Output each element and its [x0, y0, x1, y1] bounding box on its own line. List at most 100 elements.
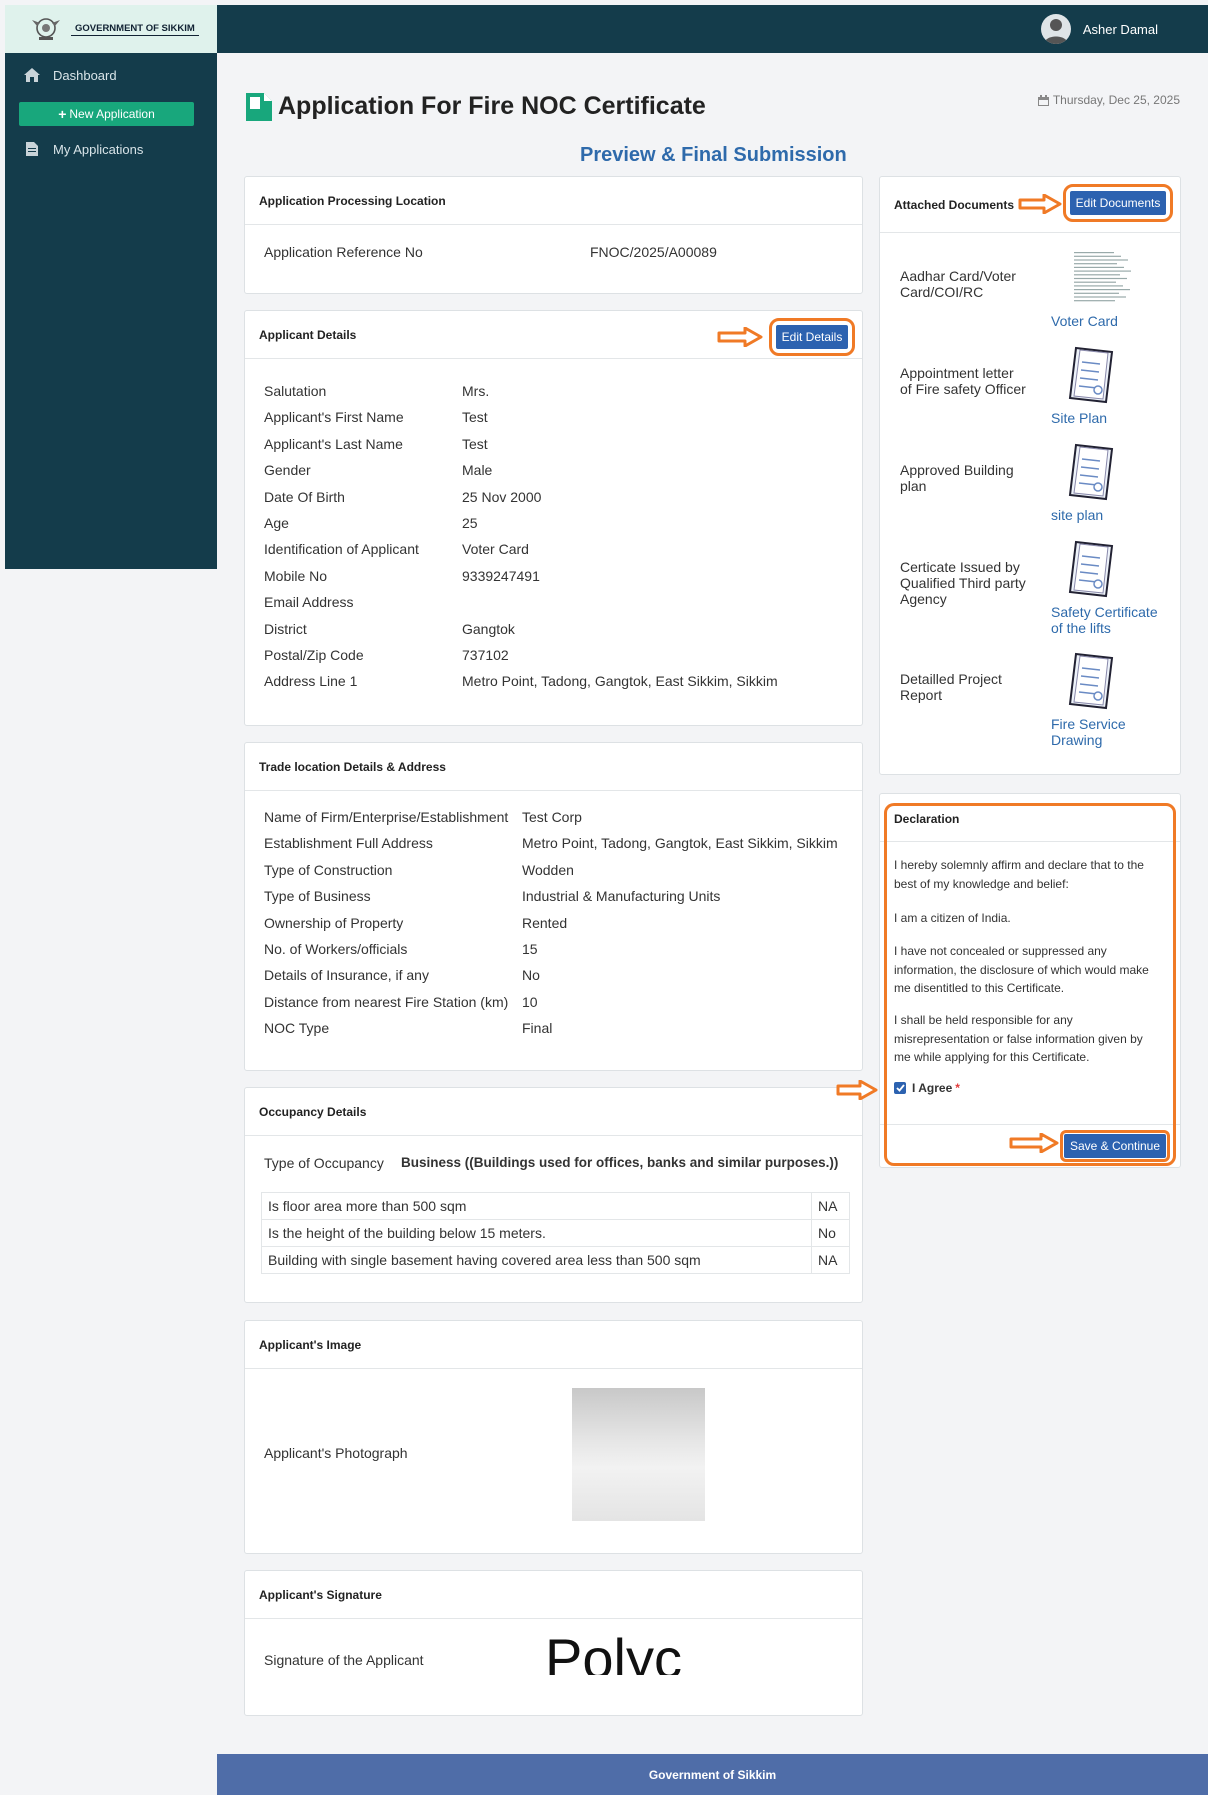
- occupancy-table: Is floor area more than 500 sqm NA Is the …: [261, 1192, 850, 1274]
- edit-documents-highlight: [1063, 184, 1173, 222]
- occupancy-type-label: Type of Occupancy: [264, 1155, 384, 1171]
- document-link[interactable]: site plan: [1051, 507, 1171, 523]
- trade-field-value: Rented: [522, 914, 568, 931]
- applicant-field-value: 25 Nov 2000: [462, 488, 542, 505]
- edit-details-highlight: [769, 318, 855, 356]
- page-title-text: Application For Fire NOC Certificate: [278, 92, 706, 120]
- card-title: Applicant's Image: [245, 1321, 862, 1369]
- document-link[interactable]: Fire Service Drawing: [1051, 716, 1171, 748]
- trade-field-value: 10: [522, 993, 538, 1010]
- sidebar: GOVERNMENT OF SIKKIM Dashboard + New App…: [5, 5, 217, 569]
- document-preview-icon: [1070, 249, 1131, 305]
- user-menu[interactable]: Asher Damal: [1040, 14, 1158, 44]
- trade-field-value: No: [522, 967, 540, 984]
- card-title: Applicant's Signature: [245, 1571, 862, 1619]
- applicant-field-value: Voter Card: [462, 541, 529, 558]
- trade-field-value: Wodden: [522, 861, 574, 878]
- section-subtitle: Preview & Final Submission: [580, 144, 847, 166]
- trade-field-label: Type of Construction: [264, 861, 393, 878]
- applicant-field-label: Email Address: [264, 594, 354, 611]
- document-link[interactable]: Voter Card: [1051, 313, 1171, 329]
- applicant-field-label: Mobile No: [264, 567, 328, 584]
- ref-value: FNOC/2025/A00089: [590, 244, 717, 260]
- applicant-field-value: 737102: [462, 647, 509, 663]
- home-icon: [23, 68, 41, 82]
- sikkim-emblem-icon: [32, 18, 60, 40]
- occupancy-answer: No: [811, 1219, 850, 1247]
- occupancy-answer: NA: [811, 1246, 850, 1274]
- signature-image: Polyc: [545, 1631, 725, 1675]
- applicant-field-label: Address Line 1: [264, 673, 358, 690]
- signature-label: Signature of the Applicant: [264, 1652, 424, 1668]
- current-date: Thursday, Dec 25, 2025: [1037, 93, 1180, 107]
- trade-field-label: Name of Firm/Enterprise/Establishment: [264, 809, 509, 825]
- nav-dashboard[interactable]: Dashboard: [5, 66, 217, 84]
- applicant-field-label: Postal/Zip Code: [264, 647, 364, 663]
- card-title: Trade location Details & Address: [245, 743, 862, 791]
- occupancy-question: Is floor area more than 500 sqm: [261, 1192, 812, 1220]
- card-title: Application Processing Location: [245, 177, 862, 225]
- nav-my-applications-label: My Applications: [53, 141, 144, 157]
- applicant-field-value: Mrs.: [462, 383, 490, 399]
- applicant-details-card: Applicant Details Salutation Mrs. Applican…: [244, 310, 863, 726]
- logo[interactable]: GOVERNMENT OF SIKKIM: [5, 5, 217, 53]
- document-thumbnail[interactable]: [1066, 540, 1116, 603]
- trade-field-value: Industrial & Manufacturing Units: [522, 888, 721, 905]
- top-bar: Asher Damal: [217, 5, 1208, 53]
- trade-field-value: Test Corp: [522, 809, 582, 825]
- applicant-field-label: Age: [264, 515, 289, 531]
- trade-field-label: Establishment Full Address: [264, 835, 433, 852]
- applicant-field-value: Male: [462, 462, 493, 479]
- nav-dashboard-label: Dashboard: [53, 67, 117, 83]
- occupancy-type-value: Business ((Buildings used for offices, b…: [401, 1155, 839, 1170]
- applicant-field-value: Gangtok: [462, 620, 515, 637]
- footer: Government of Sikkim: [217, 1754, 1208, 1795]
- attached-documents-card: Attached Documents Aadhar Card/Voter Car…: [879, 176, 1181, 775]
- nav-my-applications[interactable]: My Applications: [5, 140, 217, 158]
- table-row: Is the height of the building below 15 m…: [261, 1219, 850, 1247]
- processing-location-card: Application Processing Location Applicat…: [244, 176, 863, 294]
- applicant-field-value: Test: [462, 409, 488, 426]
- arrow-right-icon: [1009, 1133, 1059, 1153]
- applicant-field-value: 9339247491: [462, 567, 540, 584]
- document-label: Certicate Issued by Qualified Third part…: [900, 559, 1026, 607]
- applicant-field-value: Test: [462, 435, 488, 452]
- occupancy-question: Building with single basement having cov…: [261, 1246, 812, 1274]
- user-name: Asher Damal: [1082, 21, 1158, 37]
- document-thumbnail[interactable]: [1066, 346, 1116, 409]
- file-icon: [23, 142, 41, 156]
- document-file-icon: [1068, 443, 1114, 501]
- avatar: [1040, 14, 1071, 44]
- document-link[interactable]: Safety Certificate of the lifts: [1051, 604, 1171, 636]
- applicant-image-card: Applicant's Image Applicant's Photograph: [244, 1320, 863, 1554]
- ref-label: Application Reference No: [264, 244, 423, 260]
- document-thumbnail[interactable]: [1066, 249, 1134, 310]
- applicant-field-label: District: [264, 620, 307, 637]
- trade-field-value: Metro Point, Tadong, Gangtok, East Sikki…: [522, 835, 838, 852]
- new-application-button[interactable]: + New Application: [19, 102, 194, 126]
- signature-text: Polyc: [545, 1631, 682, 1675]
- applicant-field-label: Gender: [264, 462, 311, 479]
- occupancy-answer: NA: [811, 1192, 850, 1220]
- document-thumbnail[interactable]: [1066, 443, 1116, 506]
- trade-location-card: Trade location Details & Address Name of…: [244, 742, 863, 1071]
- trade-field-label: Details of Insurance, if any: [264, 967, 429, 984]
- document-link[interactable]: Site Plan: [1051, 410, 1171, 426]
- document-thumbnail[interactable]: [1066, 652, 1116, 715]
- card-title: Occupancy Details: [245, 1088, 862, 1136]
- applicant-field-label: Applicant's Last Name: [264, 435, 403, 452]
- applicant-field-value: Metro Point, Tadong, Gangtok, East Sikki…: [462, 673, 778, 690]
- trade-field-label: Type of Business: [264, 888, 371, 905]
- photograph-label: Applicant's Photograph: [264, 1445, 408, 1461]
- trade-field-label: NOC Type: [264, 1020, 330, 1037]
- table-row: Is floor area more than 500 sqm NA: [261, 1192, 850, 1220]
- arrow-right-icon: [836, 1080, 878, 1100]
- document-file-icon: [1068, 540, 1114, 598]
- document-file-icon: [1068, 346, 1114, 404]
- applicant-signature-card: Applicant's Signature Signature of the A…: [244, 1570, 863, 1716]
- applicant-field-label: Identification of Applicant: [264, 541, 419, 558]
- save-continue-highlight: [1060, 1130, 1170, 1162]
- arrow-right-icon: [717, 327, 763, 347]
- applicant-field-label: Salutation: [264, 383, 327, 399]
- calendar-icon: [1037, 94, 1049, 106]
